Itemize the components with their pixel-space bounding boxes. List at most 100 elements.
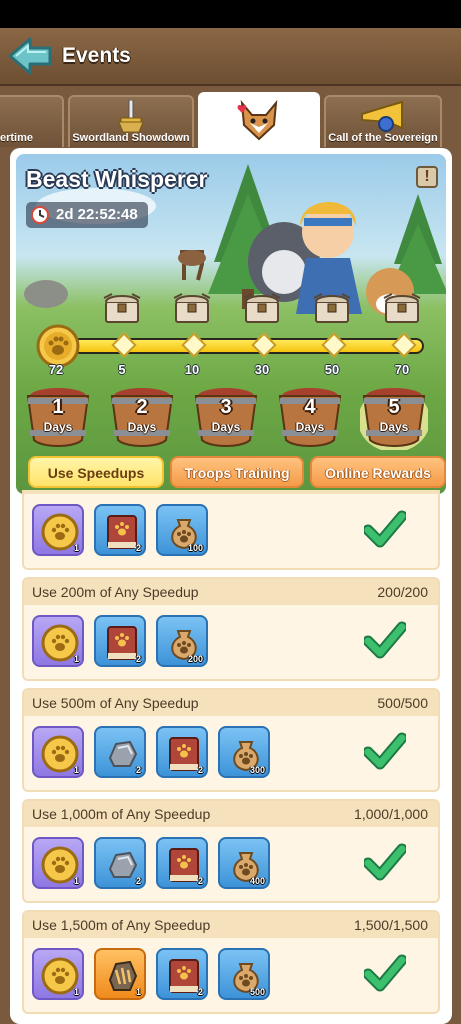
points-value: 72 bbox=[48, 362, 64, 377]
top-bar: Events bbox=[0, 28, 461, 86]
tab-call-of-the-sovereign[interactable]: Call of the Sovereign bbox=[324, 95, 442, 147]
reward-quantity: 1 bbox=[135, 987, 141, 997]
task-row: Use 1,500m of Any Speedup 1,500/1,500 1 1 2 5… bbox=[22, 910, 440, 1014]
reward-item[interactable]: 100 bbox=[156, 504, 208, 556]
task-name: Use 500m of Any Speedup bbox=[32, 695, 199, 711]
task-progress: 1,500/1,500 bbox=[354, 917, 428, 933]
tab-beast-whisperer[interactable] bbox=[198, 92, 320, 152]
day-number: 4 bbox=[304, 396, 316, 418]
reward-item[interactable]: 500 bbox=[218, 948, 270, 1000]
reward-quantity: 2 bbox=[135, 654, 141, 664]
check-icon bbox=[364, 621, 406, 659]
reward-quantity: 2 bbox=[197, 765, 203, 775]
event-tabs: ertime Swordland Showdown Call of the So… bbox=[0, 90, 461, 152]
check-icon bbox=[364, 843, 406, 881]
tab-swordland-showdown[interactable]: Swordland Showdown bbox=[68, 95, 194, 147]
reward-item[interactable]: 400 bbox=[218, 837, 270, 889]
check-icon bbox=[364, 510, 406, 548]
tab-use-speedups[interactable]: Use Speedups bbox=[28, 456, 164, 488]
reward-item[interactable]: 2 bbox=[94, 504, 146, 556]
points-progress-bar bbox=[72, 332, 424, 358]
day-2-button[interactable]: 2 Days bbox=[108, 384, 176, 450]
reward-quantity: 2 bbox=[197, 987, 203, 997]
tab-label: Call of the Sovereign bbox=[328, 132, 438, 144]
reward-item[interactable]: 2 bbox=[156, 948, 208, 1000]
reward-item[interactable]: 2 bbox=[94, 726, 146, 778]
task-name: Use 200m of Any Speedup bbox=[32, 584, 199, 600]
fox-head-icon bbox=[237, 99, 278, 141]
day-label: Days bbox=[43, 420, 73, 434]
reward-chest[interactable] bbox=[240, 290, 284, 326]
day-label: Days bbox=[127, 420, 157, 434]
reward-quantity: 1 bbox=[73, 987, 79, 997]
reward-quantity: 1 bbox=[73, 543, 79, 553]
task-row: Use 200m of Any Speedup 200/200 1 2 200 bbox=[22, 577, 440, 681]
reward-quantity: 300 bbox=[249, 765, 265, 775]
reward-item[interactable]: 300 bbox=[218, 726, 270, 778]
check-icon bbox=[364, 954, 406, 992]
chest-icon bbox=[243, 293, 281, 323]
reward-item[interactable]: 1 bbox=[94, 948, 146, 1000]
day-number: 1 bbox=[52, 396, 64, 418]
reward-quantity: 500 bbox=[249, 987, 265, 997]
chest-icon bbox=[313, 293, 351, 323]
check-icon bbox=[364, 732, 406, 770]
event-panel: Beast Whisperer ! 2d 22:52:48 72 5 10 30 50… bbox=[10, 148, 452, 1024]
tab-overtime[interactable]: ertime bbox=[0, 95, 64, 147]
reward-chest[interactable] bbox=[310, 290, 354, 326]
day-1-button[interactable]: 1 Days bbox=[24, 384, 92, 450]
task-name: Use 1,000m of Any Speedup bbox=[32, 806, 211, 822]
day-label: Days bbox=[379, 420, 409, 434]
reward-quantity: 2 bbox=[135, 876, 141, 886]
reward-quantity: 2 bbox=[197, 876, 203, 886]
milestone-value: 50 bbox=[324, 362, 340, 377]
reward-quantity: 2 bbox=[135, 543, 141, 553]
reward-item[interactable]: 1 bbox=[32, 726, 84, 778]
task-header: Use 200m of Any Speedup 200/200 bbox=[24, 579, 438, 605]
task-progress: 200/200 bbox=[377, 584, 428, 600]
reward-quantity: 1 bbox=[73, 765, 79, 775]
reward-quantity: 200 bbox=[187, 654, 203, 664]
day-number: 5 bbox=[388, 396, 400, 418]
day-5-button[interactable]: 5 Days bbox=[360, 384, 428, 450]
reward-item[interactable]: 200 bbox=[156, 615, 208, 667]
reward-chest[interactable] bbox=[100, 290, 144, 326]
reward-item[interactable]: 1 bbox=[32, 615, 84, 667]
task-row: Use 500m of Any Speedup 500/500 1 2 2 300 bbox=[22, 688, 440, 792]
task-progress: 1,000/1,000 bbox=[354, 806, 428, 822]
info-button[interactable]: ! bbox=[416, 166, 438, 188]
day-number: 3 bbox=[220, 396, 232, 418]
reward-item[interactable]: 1 bbox=[32, 948, 84, 1000]
chest-icon bbox=[383, 293, 421, 323]
reward-item[interactable]: 1 bbox=[32, 504, 84, 556]
task-tabs: Use Speedups Troops Training Online Rewa… bbox=[28, 456, 446, 490]
milestone-value: 70 bbox=[394, 362, 410, 377]
reward-quantity: 1 bbox=[73, 654, 79, 664]
reward-item[interactable]: 2 bbox=[94, 615, 146, 667]
reward-item[interactable]: 2 bbox=[156, 837, 208, 889]
reward-quantity: 2 bbox=[135, 765, 141, 775]
reward-item[interactable]: 2 bbox=[156, 726, 208, 778]
chest-icon bbox=[103, 293, 141, 323]
task-name: Use 1,500m of Any Speedup bbox=[32, 917, 211, 933]
task-header: Use 100m of Any Speedup100/100 bbox=[24, 490, 438, 494]
event-timer: 2d 22:52:48 bbox=[26, 202, 148, 228]
clock-icon bbox=[31, 206, 49, 224]
task-list[interactable]: Use 100m of Any Speedup100/100 1 2 100 Use 2… bbox=[22, 490, 440, 1024]
task-header: Use 1,000m of Any Speedup 1,000/1,000 bbox=[24, 801, 438, 827]
tab-online-rewards[interactable]: Online Rewards bbox=[310, 456, 446, 488]
reward-quantity: 400 bbox=[249, 876, 265, 886]
reward-chest[interactable] bbox=[170, 290, 214, 326]
day-3-button[interactable]: 3 Days bbox=[192, 384, 260, 450]
milestone-value: 30 bbox=[254, 362, 270, 377]
reward-item[interactable]: 2 bbox=[94, 837, 146, 889]
day-label: Days bbox=[211, 420, 241, 434]
reward-chest[interactable] bbox=[380, 290, 424, 326]
timer-text: 2d 22:52:48 bbox=[56, 206, 138, 223]
reward-item[interactable]: 1 bbox=[32, 837, 84, 889]
task-progress: 500/500 bbox=[377, 695, 428, 711]
horn-icon bbox=[361, 100, 403, 132]
tab-troops-training[interactable]: Troops Training bbox=[170, 456, 304, 488]
day-4-button[interactable]: 4 Days bbox=[276, 384, 344, 450]
back-button[interactable] bbox=[8, 36, 54, 76]
